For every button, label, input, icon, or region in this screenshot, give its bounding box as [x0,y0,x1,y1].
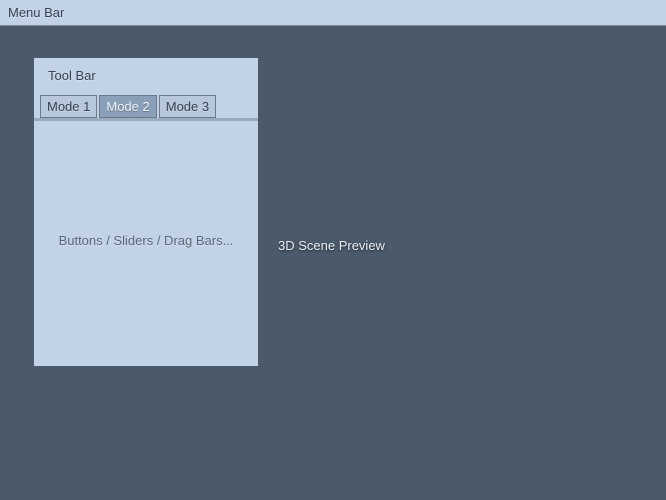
menu-bar-label: Menu Bar [8,5,64,20]
tab-mode-1[interactable]: Mode 1 [40,95,97,118]
scene-preview-label: 3D Scene Preview [278,238,385,253]
tab-mode-3[interactable]: Mode 3 [159,95,216,118]
tool-panel: Tool Bar Mode 1 Mode 2 Mode 3 Buttons / … [34,58,258,366]
tool-panel-tabs: Mode 1 Mode 2 Mode 3 [34,92,258,121]
tool-panel-title: Tool Bar [34,58,258,92]
tab-mode-2[interactable]: Mode 2 [99,95,156,118]
tool-body-placeholder: Buttons / Sliders / Drag Bars... [59,233,234,248]
workspace: Tool Bar Mode 1 Mode 2 Mode 3 Buttons / … [0,26,666,500]
menu-bar[interactable]: Menu Bar [0,0,666,26]
tool-panel-body: Buttons / Sliders / Drag Bars... [34,121,258,359]
